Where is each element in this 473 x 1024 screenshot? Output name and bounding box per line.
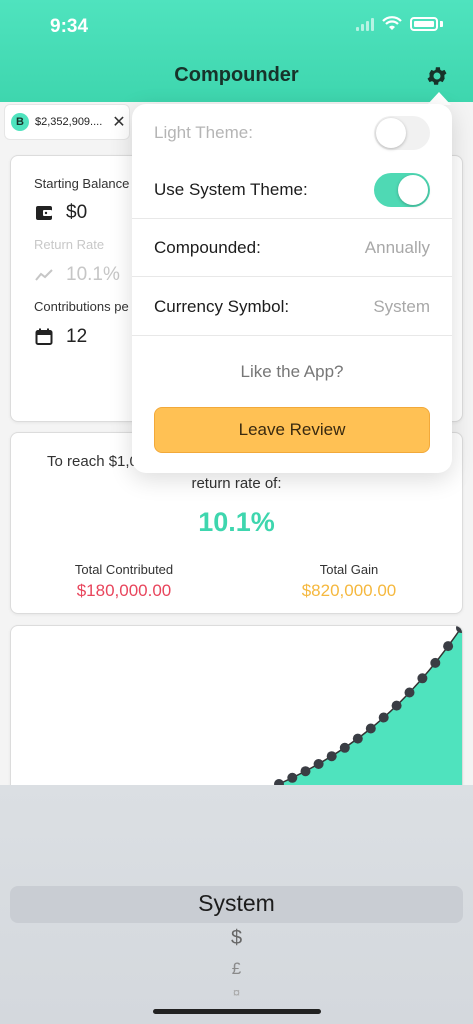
wallet-icon [36,206,52,220]
total-gain-value: $820,000.00 [301,581,397,600]
compounded-label: Compounded: [154,237,261,257]
growth-point [313,759,324,769]
growth-point [456,626,462,633]
growth-point [391,700,402,711]
close-icon[interactable]: ✕ [112,112,125,132]
app-header: 9:34 Compounder [0,0,473,102]
return-rate-label: Return Rate [34,237,105,252]
battery-icon [410,17,438,31]
growth-point [339,742,350,753]
picker-option[interactable]: $ [0,927,473,950]
light-theme-row: Light Theme: [132,104,452,162]
picker-selected-option[interactable]: System [0,890,473,917]
system-theme-row: Use System Theme: [132,161,452,219]
home-indicator [153,1009,321,1014]
contributions-field[interactable]: 12 [34,326,87,348]
status-icons [356,16,443,32]
growth-point [326,751,337,762]
growth-point [365,723,376,734]
tab-badge: B [11,113,29,131]
total-contributed-label: Total Contributed [74,562,174,577]
required-rate: 10.1% [198,507,275,537]
return-rate-value: 10.1% [66,264,120,285]
starting-balance-value: $0 [66,202,88,223]
leave-review-button[interactable]: Leave Review [154,407,430,453]
currency-value: System [373,296,430,316]
growth-chart [274,626,462,794]
growth-point [287,772,298,783]
picker-option[interactable]: ¤ [0,985,473,1000]
calendar-icon [35,328,53,345]
system-theme-label: Use System Theme: [154,179,308,199]
growth-point [378,712,389,723]
starting-balance-field[interactable]: $0 [34,202,87,224]
currency-picker[interactable]: System $ £ ¤ [0,785,473,1024]
light-theme-toggle[interactable] [374,116,430,150]
currency-row[interactable]: Currency Symbol: System [132,278,452,336]
growth-point [443,641,454,652]
currency-label: Currency Symbol: [154,296,290,316]
growth-point [300,766,311,777]
growth-chart-card [10,625,463,795]
settings-popover: Light Theme: Use System Theme: Compounde… [132,104,452,473]
trend-icon [35,269,53,281]
scenario-tab[interactable]: B $2,352,909.... ✕ [4,104,130,140]
reach-text: To reach $1,0 [47,453,138,470]
signal-icon [356,17,374,31]
compounded-row[interactable]: Compounded: Annually [132,219,452,277]
like-app-text: Like the App? [240,362,344,381]
gear-icon[interactable] [425,64,449,88]
light-theme-label: Light Theme: [154,123,253,142]
growth-point [417,673,428,684]
growth-point [430,657,441,668]
starting-balance-label: Starting Balance [34,176,130,191]
total-contributed-value: $180,000.00 [76,581,172,600]
growth-point [352,733,363,744]
status-time: 9:34 [50,16,89,37]
contributions-label: Contributions pe [34,299,129,314]
tab-label: $2,352,909.... [35,116,103,128]
total-gain-label: Total Gain [319,562,379,577]
contributions-value: 12 [66,326,88,347]
return-rate-text: return rate of: [191,475,282,492]
page-title: Compounder [174,64,299,86]
growth-point [404,687,415,698]
picker-option[interactable]: £ [0,959,473,979]
system-theme-toggle[interactable] [374,172,430,207]
return-rate-field[interactable]: 10.1% [34,264,120,286]
compounded-value: Annually [364,237,430,257]
wifi-icon [382,16,402,30]
